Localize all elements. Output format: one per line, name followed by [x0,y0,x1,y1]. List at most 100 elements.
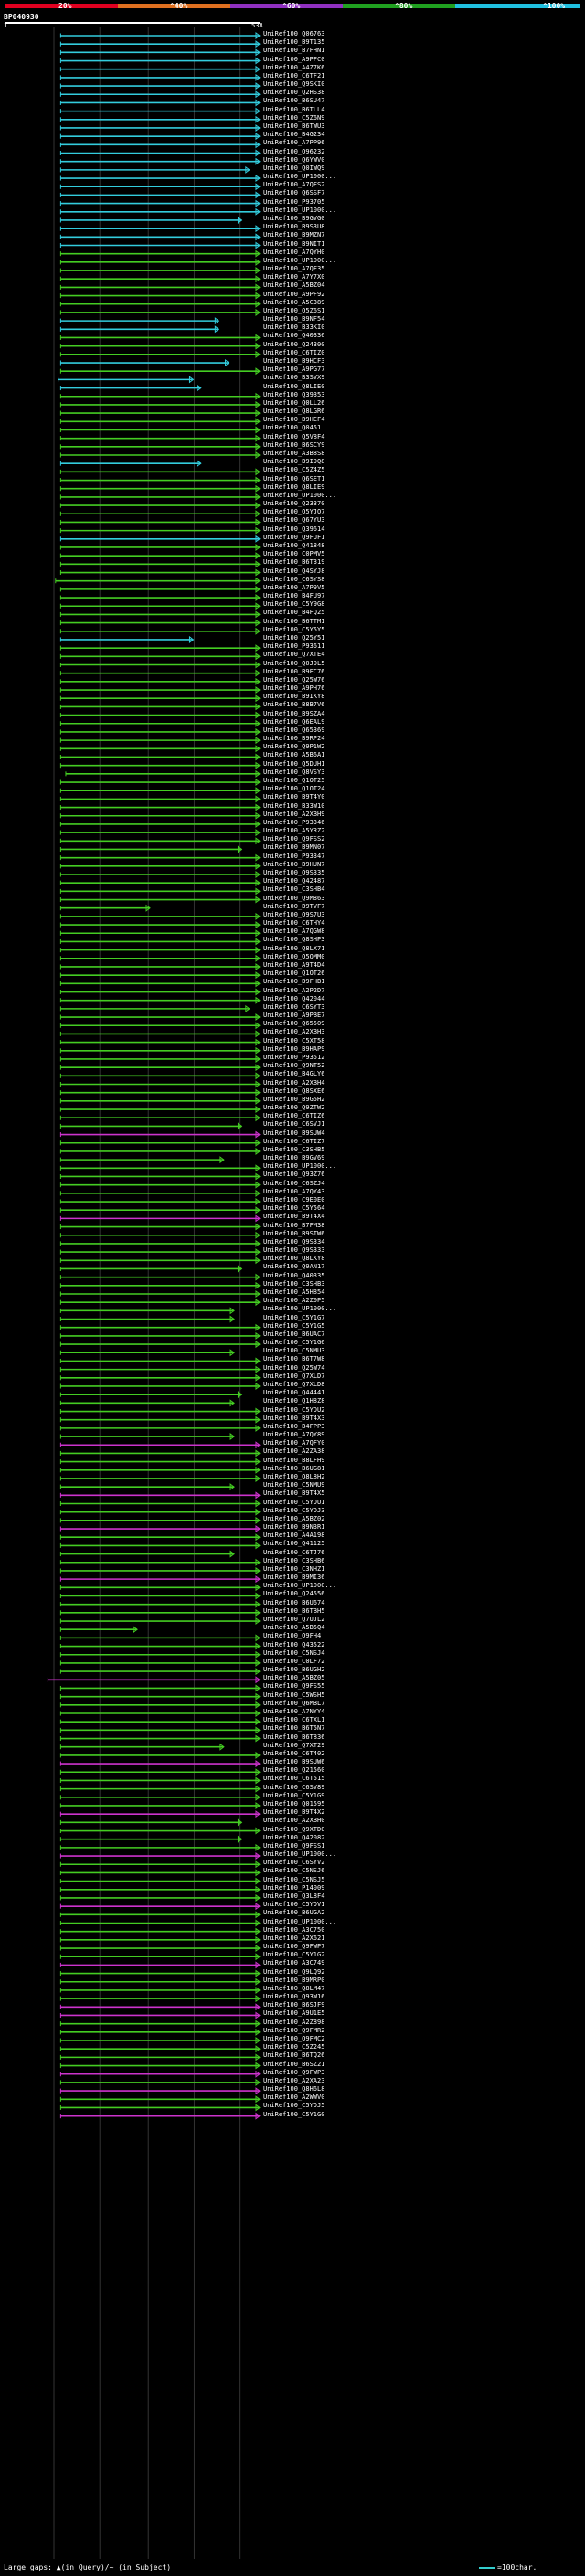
hit-label[interactable]: UniRef100_Q4SYJ8 [263,567,324,575]
hit-label[interactable]: UniRef100_Q0IWQ9 [263,164,324,172]
hit-bar[interactable] [59,1827,261,1835]
hit-label[interactable]: UniRef100_Q6MBL7 [263,1700,324,1707]
hit-label[interactable]: UniRef100_Q40336 [263,333,324,339]
hit-bar[interactable] [59,2003,261,2011]
hit-bar[interactable] [59,1935,261,1944]
hit-label[interactable]: UniRef100_A7QGW8 [263,928,324,935]
hit-label[interactable]: UniRef100_UP1000... [263,492,336,499]
hit-label[interactable]: UniRef100_Q8LKY8 [263,1256,324,1262]
hit-bar[interactable] [59,267,261,275]
hit-bar[interactable] [59,1668,261,1676]
hit-label[interactable]: UniRef100_B9NF54 [263,316,324,323]
hit-label[interactable]: UniRef100_B9FC76 [263,668,324,675]
hit-label[interactable]: UniRef100_Q9P1W2 [263,744,324,750]
hit-label[interactable]: UniRef100_B9I9Q8 [263,459,324,465]
hit-label[interactable]: UniRef100_A5BZ04 [263,282,324,289]
hit-bar[interactable] [59,1424,261,1432]
hit-bar[interactable] [59,1265,243,1273]
hit-label[interactable]: UniRef100_B9S3U8 [263,224,324,230]
hit-bar[interactable] [59,954,261,962]
hit-label[interactable]: UniRef100_B7FHN1 [263,48,324,54]
hit-label[interactable]: UniRef100_B9T4X4 [263,1214,324,1220]
hit-bar[interactable] [59,199,261,207]
hit-label[interactable]: UniRef100_B6T7W8 [263,1356,324,1362]
hit-bar[interactable] [59,862,261,870]
hit-label[interactable]: UniRef100_C6TIZ0 [263,349,324,356]
hit-label[interactable]: UniRef100_Q9FWP3 [263,2069,324,2076]
hit-bar[interactable] [59,1331,261,1340]
hit-bar[interactable] [59,661,261,669]
hit-bar[interactable] [59,48,261,57]
hit-bar[interactable] [59,1550,235,1558]
hit-bar[interactable] [59,300,261,308]
hit-bar[interactable] [59,585,261,593]
hit-bar[interactable] [59,803,261,811]
hit-bar[interactable] [59,2095,261,2104]
hit-bar[interactable] [59,1407,261,1415]
hit-bar[interactable] [59,115,261,123]
hit-bar[interactable] [59,484,261,493]
hit-bar[interactable] [59,727,261,736]
hit-label[interactable]: UniRef100_Q3L8F4 [263,1892,324,1900]
hit-bar[interactable] [59,1533,261,1542]
hit-bar[interactable] [59,887,261,896]
hit-label[interactable]: UniRef100_A5BZ02 [263,1515,324,1522]
hit-bar[interactable] [59,216,243,224]
hit-label[interactable]: UniRef100_P93347 [263,853,324,860]
hit-bar[interactable] [59,1198,261,1206]
hit-label[interactable]: UniRef100_B6UGH2 [263,1667,324,1673]
hit-bar[interactable] [47,1676,261,1684]
hit-label[interactable]: UniRef100_C6TXL1 [263,1717,324,1723]
hit-bar[interactable] [59,1986,261,1994]
hit-bar[interactable] [59,1500,261,1508]
hit-bar[interactable] [59,1961,261,1969]
hit-bar[interactable] [59,904,151,912]
hit-bar[interactable] [59,568,261,577]
hit-bar[interactable] [59,1391,243,1399]
hit-label[interactable]: UniRef100_C6SYV2 [263,1860,324,1866]
hit-bar[interactable] [59,795,261,803]
hit-bar[interactable] [59,694,261,703]
hit-bar[interactable] [59,1172,261,1181]
hit-label[interactable]: UniRef100_A9U1E5 [263,2010,324,2017]
hit-bar[interactable] [59,1659,261,1667]
hit-label[interactable]: UniRef100_Q7XT29 [263,1742,324,1749]
hit-bar[interactable] [59,133,261,141]
hit-label[interactable]: UniRef100_Q8LX71 [263,945,324,952]
hit-bar[interactable] [59,82,261,90]
hit-bar[interactable] [59,737,261,745]
hit-bar[interactable] [59,123,261,132]
hit-bar[interactable] [59,1164,261,1172]
hit-label[interactable]: UniRef100_Q8LIE9 [263,483,324,491]
hit-bar[interactable] [59,1055,261,1063]
hit-label[interactable]: UniRef100_A5H854 [263,1289,324,1296]
hit-label[interactable]: UniRef100_Q41848 [263,542,324,549]
hit-label[interactable]: UniRef100_Q65509 [263,1021,324,1027]
hit-bar[interactable] [59,912,261,920]
hit-label[interactable]: UniRef100_C6TIZ6 [263,1113,324,1119]
hit-label[interactable]: UniRef100_A7QY43 [263,1188,324,1195]
hit-bar[interactable] [59,233,261,241]
hit-bar[interactable] [59,518,261,526]
hit-bar[interactable] [59,1483,235,1491]
hit-bar[interactable] [59,820,261,828]
hit-label[interactable]: UniRef100_Q24300 [263,341,324,348]
hit-bar[interactable] [59,1382,261,1390]
hit-label[interactable]: UniRef100_B9GVG0 [263,215,324,222]
hit-label[interactable]: UniRef100_B9RP24 [263,736,324,742]
hit-label[interactable]: UniRef100_Q7XLD8 [263,1381,324,1388]
hit-label[interactable]: UniRef100_C5Y1G2 [263,1952,324,1958]
hit-bar[interactable] [59,1801,261,1809]
hit-label[interactable]: UniRef100_Q9ZTW2 [263,1105,324,1111]
hit-label[interactable]: UniRef100_Q9FSS2 [263,836,324,843]
hit-bar[interactable] [59,141,261,149]
hit-label[interactable]: UniRef100_A3B8S8 [263,451,324,457]
hit-label[interactable]: UniRef100_Q7XTE4 [263,652,324,658]
hit-bar[interactable] [59,493,261,501]
hit-label[interactable]: UniRef100_Q6SSF7 [263,190,324,196]
hit-label[interactable]: UniRef100_B6U674 [263,1599,324,1606]
hit-label[interactable]: UniRef100_Q8SXE6 [263,1087,324,1095]
hit-label[interactable]: UniRef100_B6SCY9 [263,441,324,449]
hit-bar[interactable] [59,1449,261,1458]
hit-label[interactable]: UniRef100_B9T4Y0 [263,794,324,800]
